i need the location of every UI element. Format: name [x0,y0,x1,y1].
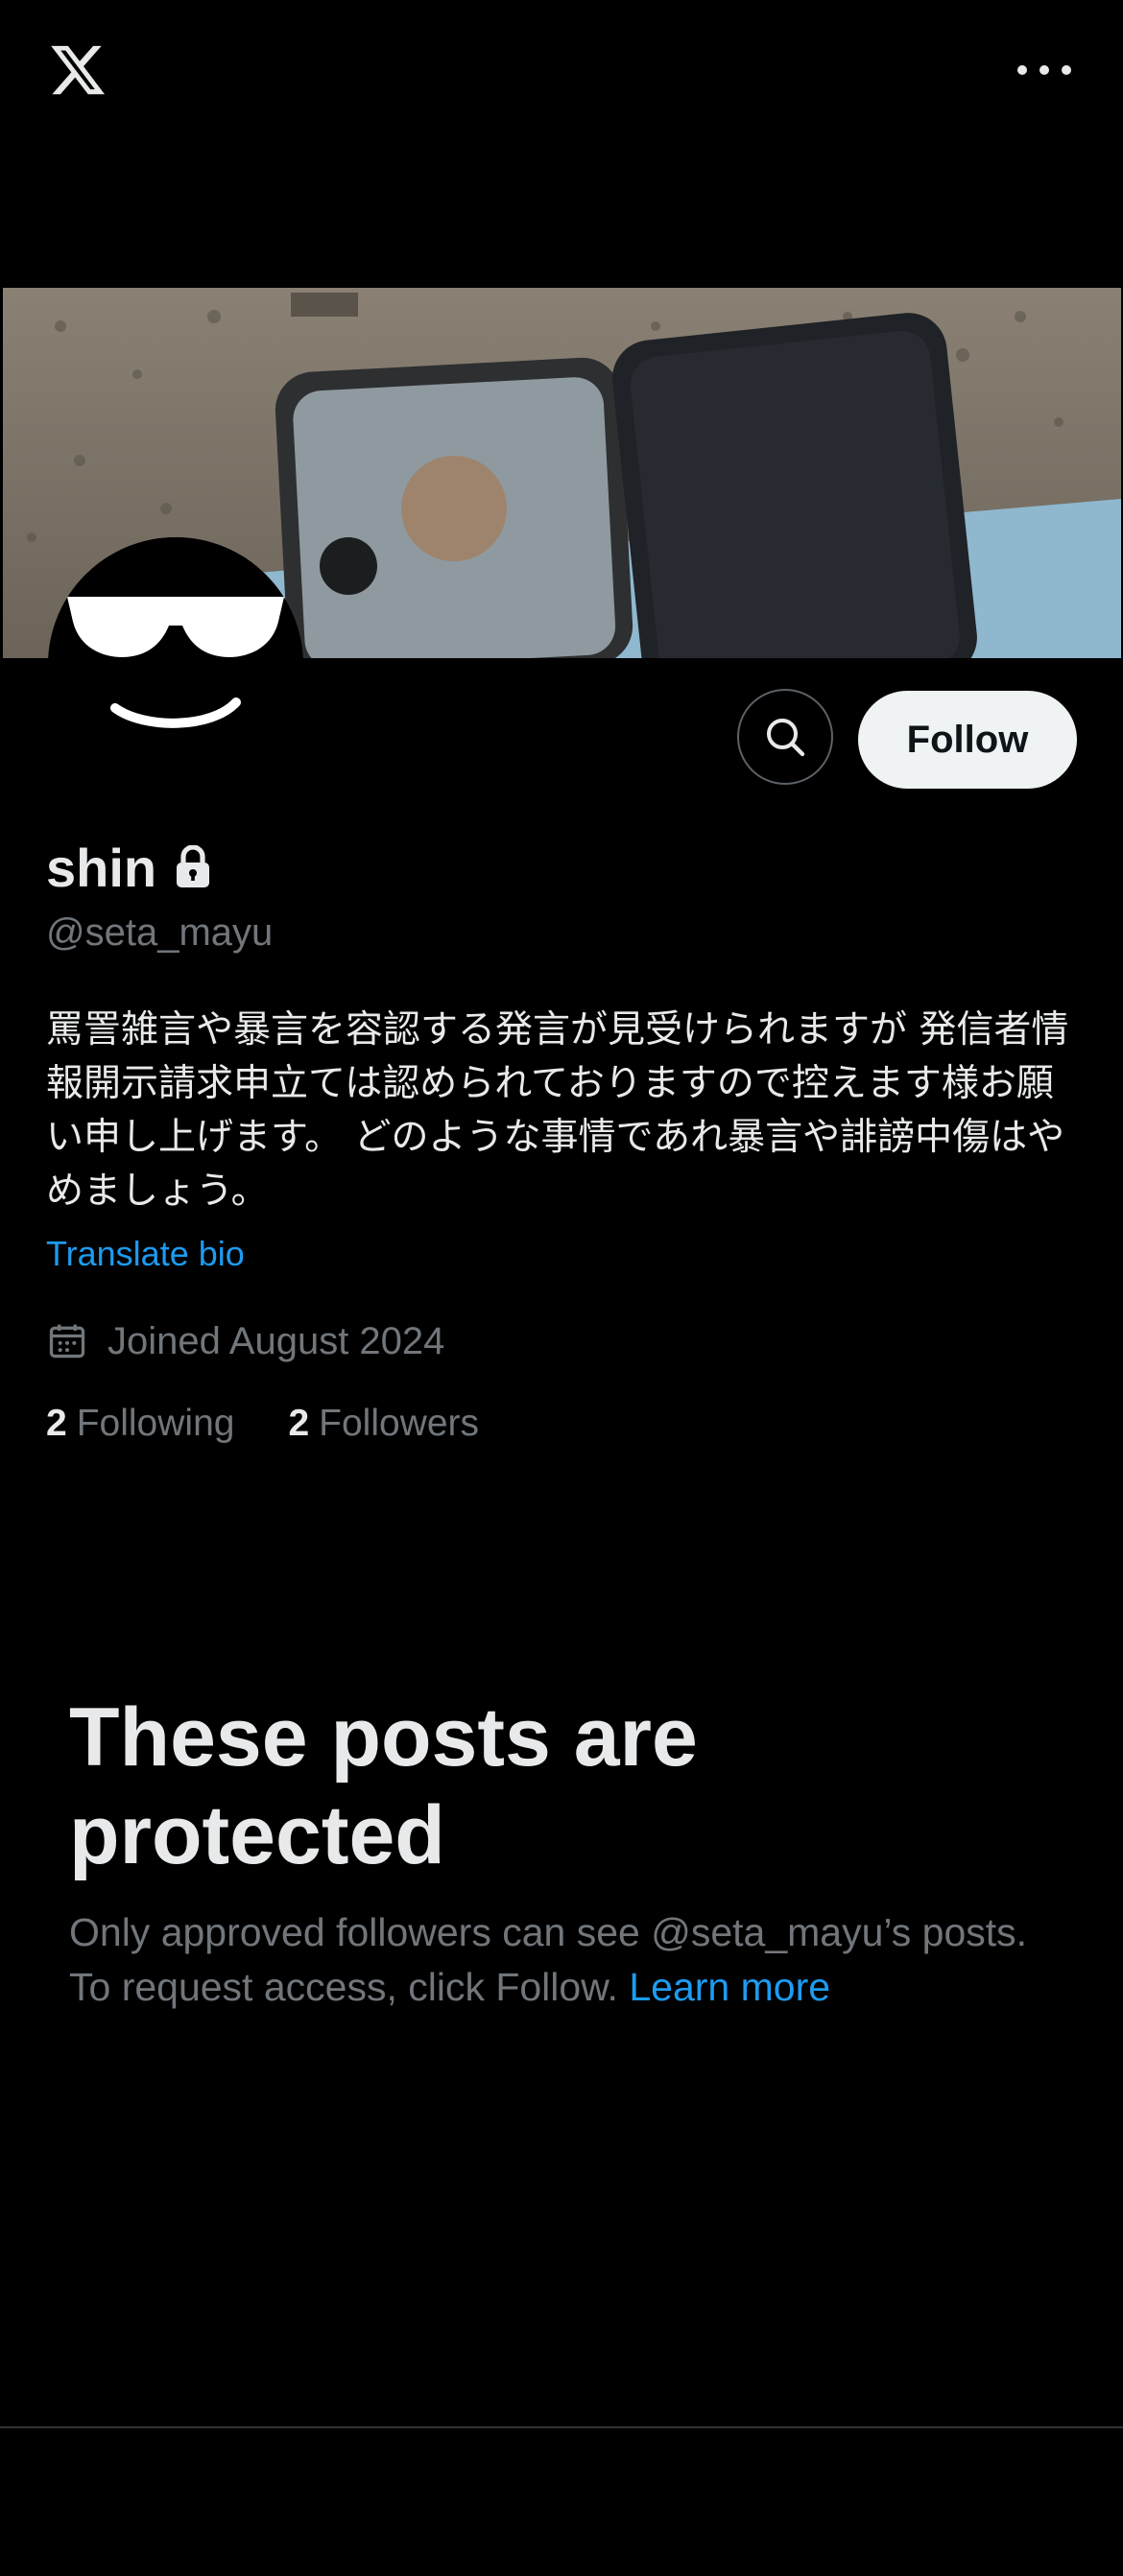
following-link[interactable]: 2 Following [46,1403,234,1445]
protected-description-text: Only approved followers can see @seta_ma… [69,1910,1028,2009]
sunglasses-face-icon [48,537,303,792]
learn-more-link[interactable]: Learn more [629,1965,830,2009]
display-name: shin [46,837,157,898]
follow-stats: 2 Following 2 Followers [46,1397,479,1451]
following-count: 2 [46,1403,67,1444]
profile-handle: @seta_mayu [46,911,274,954]
lock-icon [177,845,210,887]
more-dot-icon [1039,65,1049,75]
profile-bio: 罵詈雑言や暴言を容認する発言が見受けられますが 発信者情報開示請求申立ては認めら… [46,1008,1069,1213]
joined-text: Joined August 2024 [108,1319,445,1362]
x-logo-icon[interactable] [46,40,109,100]
bottom-divider [0,2426,1123,2428]
protected-title: These posts are protected [69,1691,698,1881]
search-profile-button[interactable] [737,689,833,785]
more-dot-icon [1062,65,1071,75]
joined-date: Joined August 2024 [46,1314,444,1368]
protected-description: Only approved followers can see @seta_ma… [69,1905,1058,2015]
top-bar [0,0,1123,144]
followers-link[interactable]: 2 Followers [288,1403,479,1445]
translate-bio-link[interactable]: Translate bio [46,1234,245,1274]
name-row: shin [46,837,212,898]
search-icon [767,719,805,757]
calendar-icon [49,1324,85,1359]
avatar[interactable] [48,537,303,792]
more-options-button[interactable] [1017,56,1071,84]
followers-count: 2 [288,1403,310,1444]
followers-label: Followers [319,1403,480,1444]
following-label: Following [76,1403,235,1444]
more-dot-icon [1017,65,1027,75]
follow-button[interactable]: Follow [858,691,1077,789]
